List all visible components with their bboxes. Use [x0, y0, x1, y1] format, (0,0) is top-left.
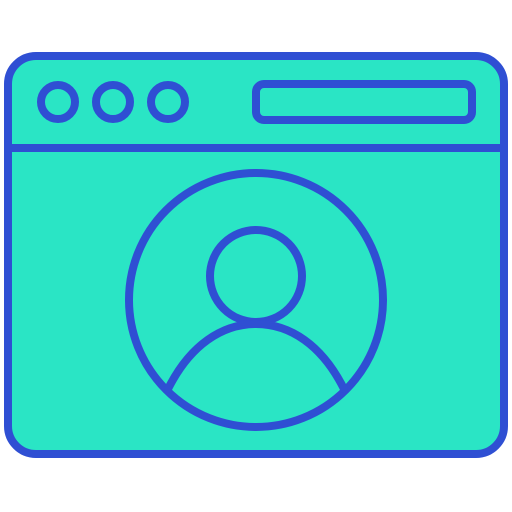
address-bar	[252, 80, 476, 124]
browser-window-user-profile-icon	[4, 52, 508, 458]
window-controls	[37, 81, 189, 123]
window-control-dot-3-icon	[147, 81, 189, 123]
avatar-head	[206, 226, 306, 326]
window-control-dot-1-icon	[37, 81, 79, 123]
avatar-user-icon	[125, 169, 387, 431]
window-control-dot-2-icon	[92, 81, 134, 123]
